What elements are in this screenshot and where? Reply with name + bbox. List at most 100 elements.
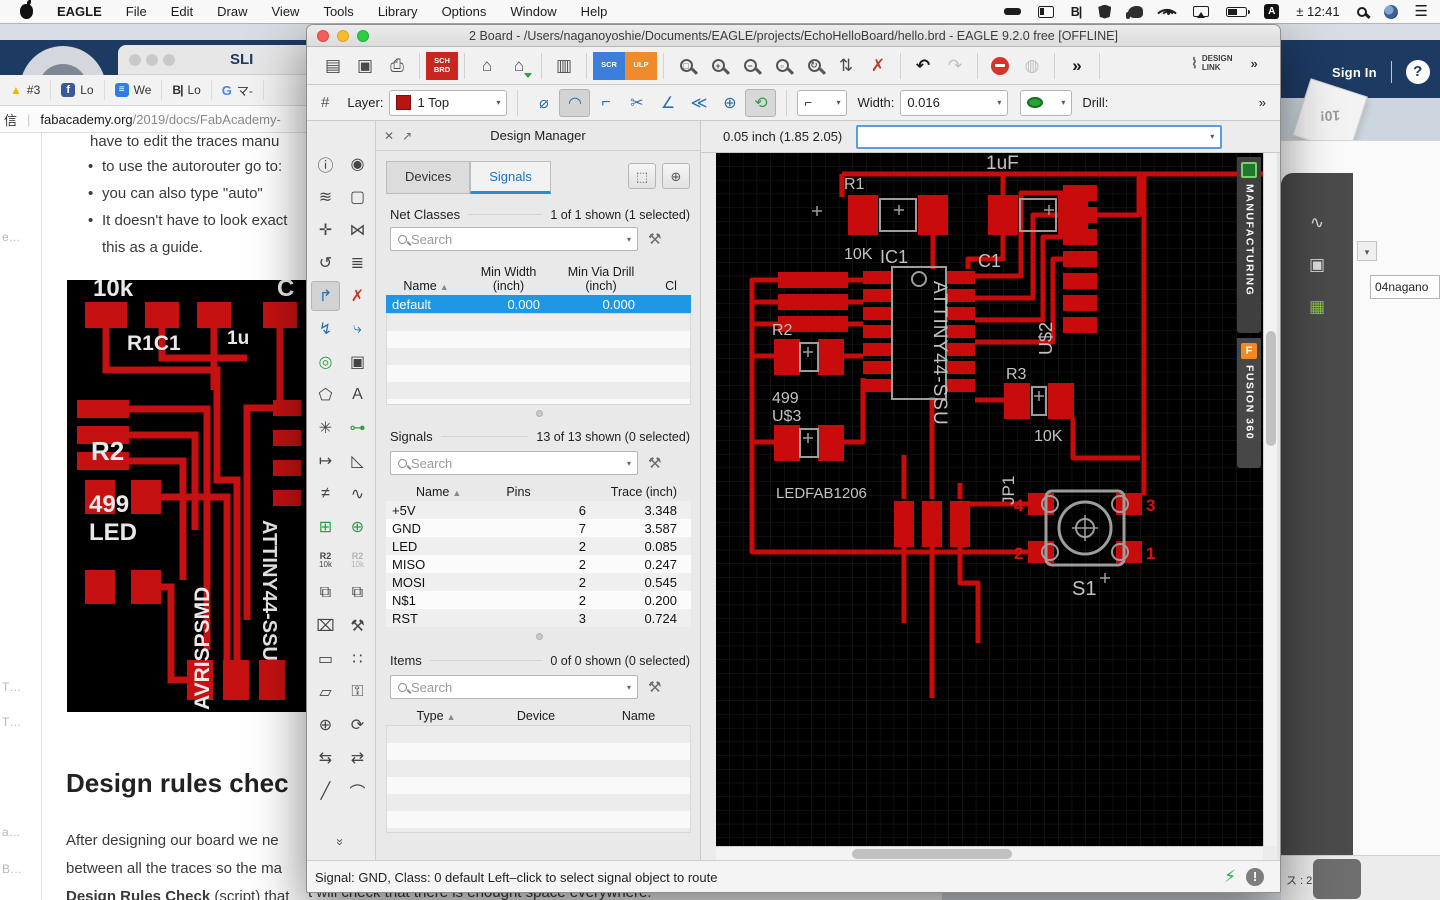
canvas-vertical-scrollbar[interactable] [1263,153,1277,846]
menu-item[interactable]: View [272,4,300,19]
overflow-icon[interactable]: » [1259,95,1266,110]
activity-icon[interactable]: ∿ [1310,213,1324,233]
menu-item[interactable]: File [126,4,147,19]
signal-row[interactable]: RST 3 0.724 [386,609,691,627]
via-icon[interactable]: ◎ [311,347,340,377]
signal-row[interactable]: +5V 6 3.348 [386,501,691,519]
route-walk-icon[interactable]: ⤷ [343,314,372,344]
label-icon[interactable]: ▱ [311,677,340,707]
menu-item[interactable]: Tools [323,4,353,19]
shape-icon[interactable]: ◺ [343,446,372,476]
zoom-icon[interactable] [163,54,175,66]
settings-wrench-icon[interactable]: ⚒ [648,230,661,248]
grid-button[interactable]: # [321,94,329,111]
minimize-icon[interactable] [146,54,158,66]
lock-icon[interactable]: ⚿ [343,677,372,707]
wire-icon[interactable]: ⊶ [343,413,372,443]
onepassword-icon[interactable]: B| [1071,5,1082,19]
sidebar-snippet[interactable]: T… [2,680,21,694]
spotlight-icon[interactable] [1357,7,1367,17]
settings-wrench-icon[interactable]: ⚒ [648,454,661,472]
bookmark-google[interactable]: G マ- [212,80,264,100]
signal-row[interactable]: LED 2 0.085 [386,537,691,555]
search-input[interactable] [407,456,627,471]
menu-item[interactable]: Help [581,4,608,19]
swap-windows-button[interactable]: ⇅ [830,52,862,80]
toolbar-overflow-button[interactable]: » [1061,52,1093,80]
zoom-fit-button[interactable]: □ [670,52,702,80]
apple-icon[interactable] [20,4,33,19]
redo-button[interactable]: ↷ [939,52,971,80]
sidebar-snippet[interactable]: B… [2,862,22,876]
route-auto-icon[interactable]: ↯ [311,314,340,344]
web-button[interactable]: ◍ [1016,52,1048,80]
bend-flat-button[interactable]: ⌐ [590,89,621,117]
search-field[interactable]: ▾ [390,675,638,699]
print-button[interactable]: ⎙ [381,52,413,80]
bookmark-docs[interactable]: ≡ We [105,80,163,100]
search-field[interactable]: ▾ [390,451,638,475]
zoom-redraw-button[interactable]: ↻ [798,52,830,80]
show-icon[interactable]: ◉ [343,149,372,179]
move-icon[interactable]: ✛ [311,215,340,245]
junction-button[interactable]: ✗ [862,52,894,80]
bend-none-button[interactable]: ⌀ [528,89,559,117]
zoom-in-button[interactable]: + [702,52,734,80]
url-bar[interactable]: 信 | fabacademy.org/2019/docs/FabAcademy- [0,106,306,133]
menu-item[interactable]: Library [378,4,418,19]
toolbar-button[interactable] [586,53,587,79]
wrench-icon[interactable]: ⚒ [343,611,372,641]
zoom-select-button[interactable]: ⊕ [662,163,690,189]
canvas-horizontal-scrollbar[interactable] [716,846,1263,860]
convert-icon[interactable]: ⟳ [343,710,372,740]
wire-style-select[interactable]: ⌐ ▾ [797,90,847,116]
board-canvas[interactable]: 1uF R1 10K IC1 C1 U$2 R2 499 U$3 LEDFAB1… [716,153,1263,846]
toolbar-button[interactable] [900,53,901,79]
menu-item[interactable]: Draw [217,4,247,19]
polygon-icon[interactable]: ⬠ [311,380,340,410]
via-shape-select[interactable]: ▾ [1020,90,1072,116]
mirror-icon[interactable]: ⋈ [343,215,372,245]
meander-icon[interactable]: ∿ [343,479,372,509]
text-icon[interactable]: A [343,380,372,410]
smash-off-icon[interactable]: R2 10k [343,545,372,575]
search-field[interactable]: ▾ [390,227,638,251]
pad-icon[interactable]: ▣ [343,347,372,377]
section-resize-handle[interactable] [536,410,543,417]
zoom-select-button[interactable]: ▫ [766,52,798,80]
tab-manufacturing[interactable]: MANUFACTURING [1237,157,1261,333]
errors-icon[interactable]: ! [1246,868,1264,886]
rotate-icon[interactable]: ↺ [311,248,340,278]
notification-center-icon[interactable]: ☰ [1415,4,1428,19]
bend-cross-button[interactable]: ✂ [621,89,652,117]
evernote-icon[interactable] [1128,6,1143,18]
shield-icon[interactable] [1098,5,1111,19]
help-button[interactable]: ? [1406,60,1430,84]
arc-icon[interactable]: ⌒ [343,776,372,806]
ripup-icon[interactable]: ✗ [343,281,372,311]
airplay-icon[interactable] [1193,6,1209,17]
toolbar-button[interactable] [1054,53,1055,79]
sign-in-button[interactable]: Sign In [1332,65,1377,80]
copy-icon[interactable]: ⧉ [311,578,340,608]
add-part-icon[interactable]: ⊞ [311,512,340,542]
walkaround-button[interactable]: ⟲ [745,89,776,117]
width-select[interactable]: 0.016 ▾ [900,90,1008,116]
open-file-button[interactable]: ▤ [317,52,349,80]
scrollbar-thumb[interactable] [1266,331,1276,446]
save-button[interactable]: ▣ [349,52,381,80]
menu-item[interactable]: EAGLE [57,4,102,19]
split-icon[interactable]: ≠ [311,479,340,509]
array-icon[interactable]: ∷ [343,644,372,674]
search-input[interactable] [407,680,627,695]
add-gate-icon[interactable]: ⊕ [343,512,372,542]
sidebar-snippet[interactable]: a… [2,825,21,839]
signal-row[interactable]: N$1 2 0.200 [386,591,691,609]
dropdown-caret[interactable]: ▾ [1357,241,1377,261]
signal-row[interactable]: GND 7 3.587 [386,519,691,537]
browser-titlebar[interactable]: SLI [118,45,306,75]
paste-icon[interactable]: ⧉ [343,578,372,608]
run-script-button[interactable]: SCR [593,52,625,80]
battery-icon[interactable] [1226,7,1247,17]
bookmark-facebook[interactable]: f Lo [51,80,104,100]
